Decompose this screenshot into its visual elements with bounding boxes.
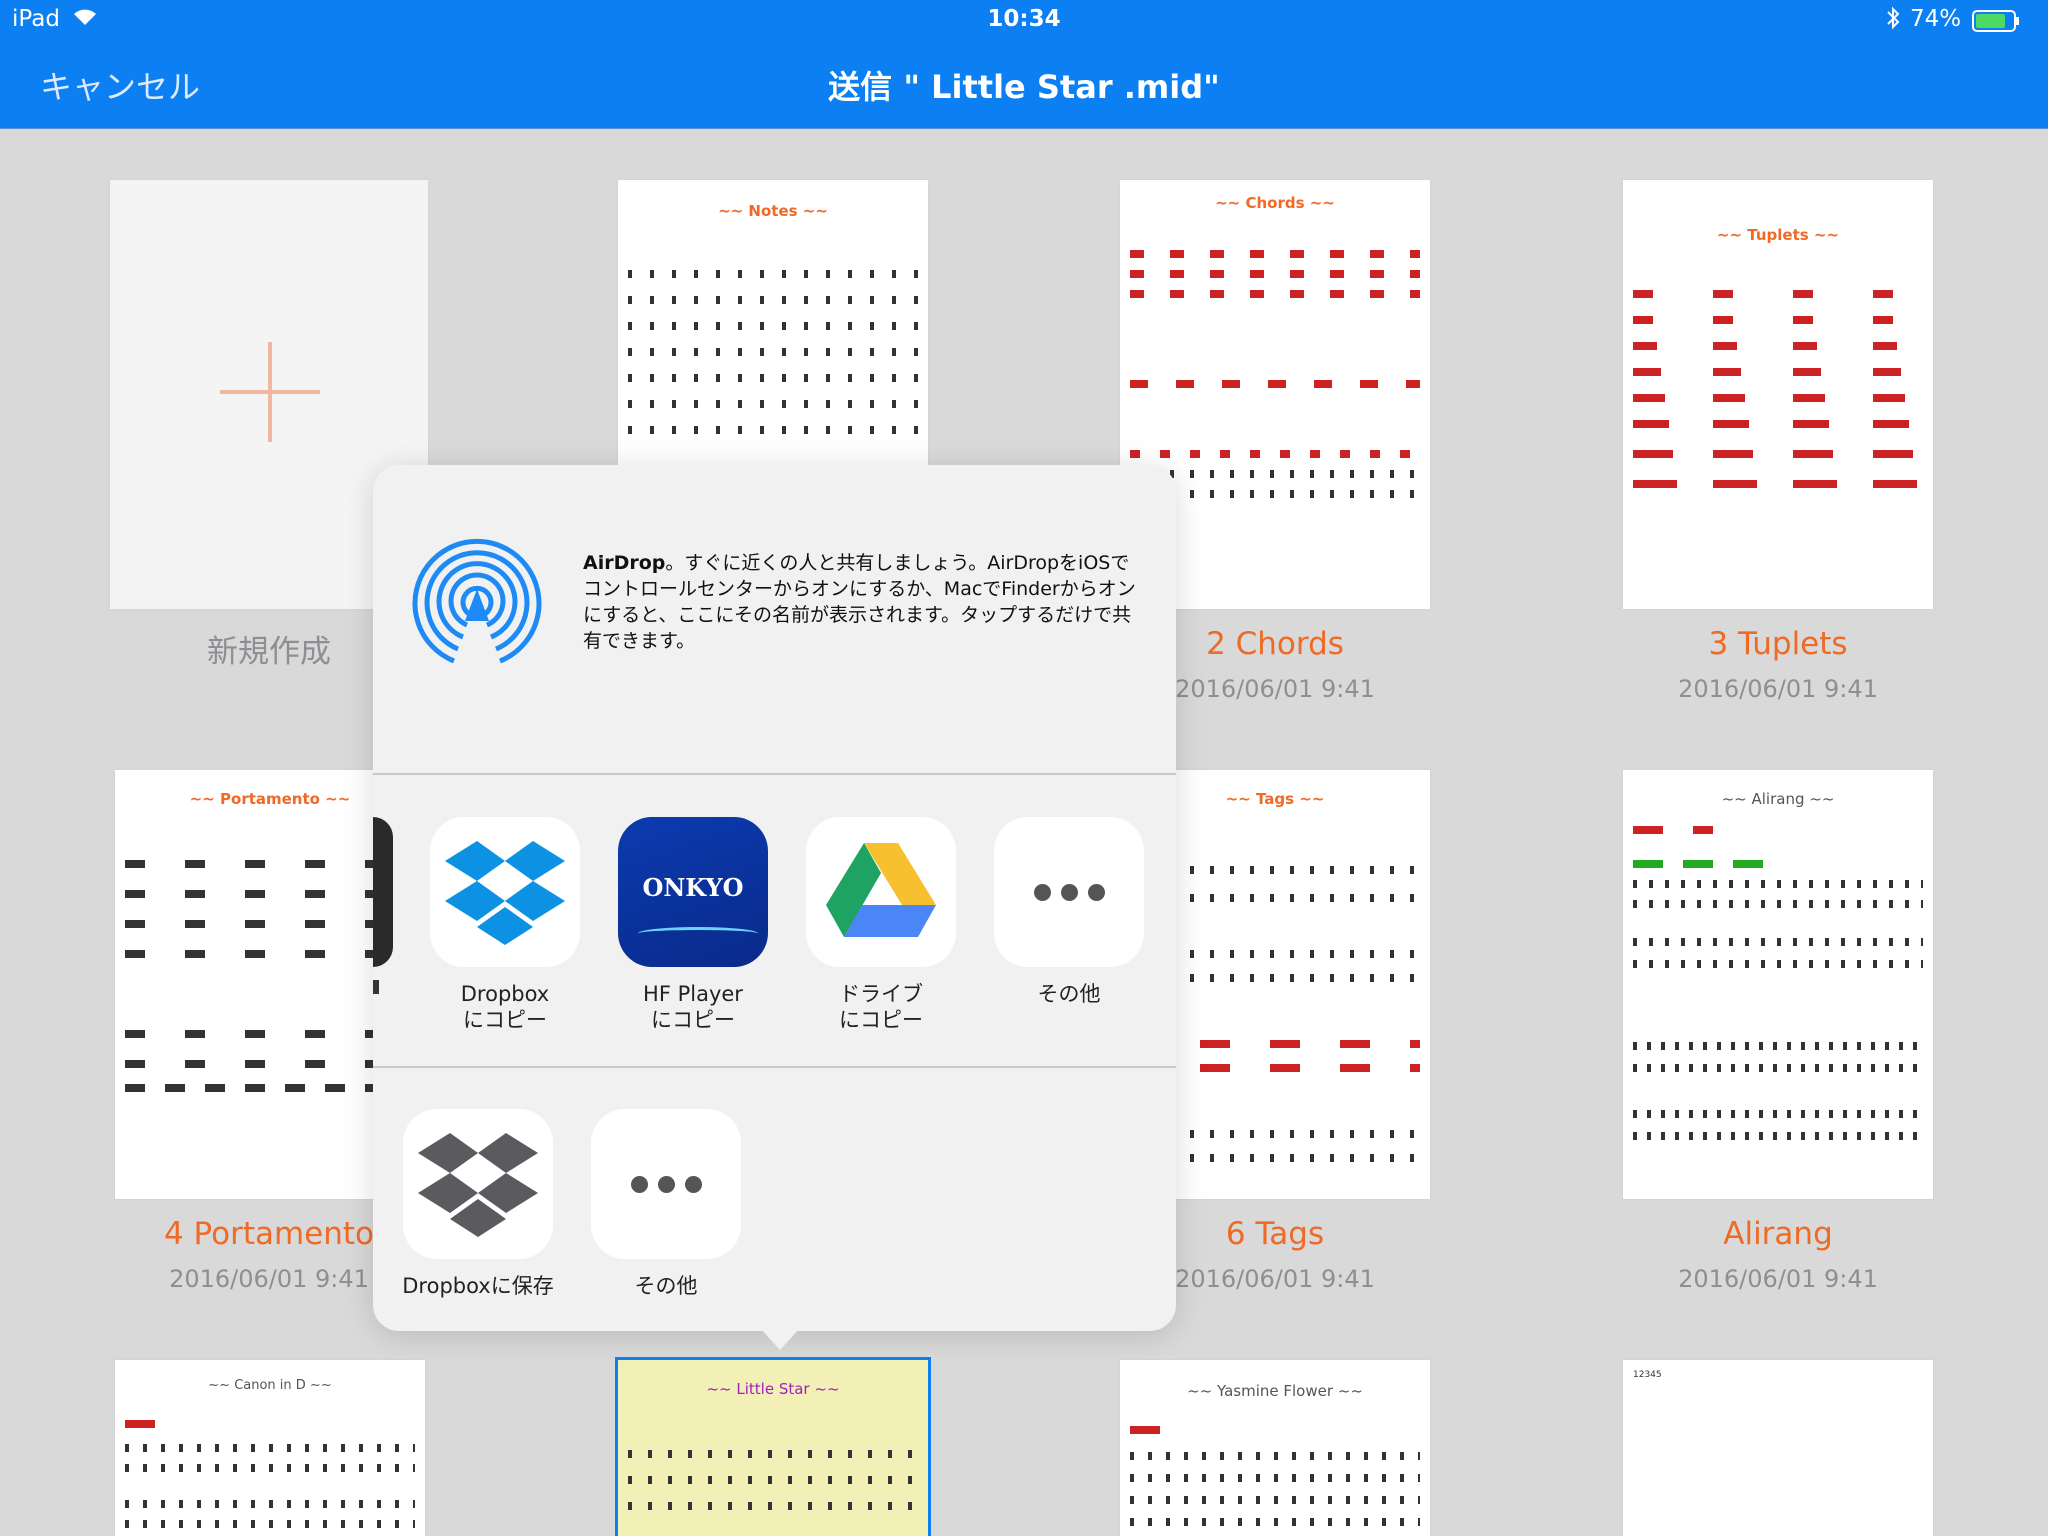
document-thumbnail-selected[interactable]: ~~ Little Star ~~ xyxy=(615,1357,931,1536)
airdrop-text: 。すぐに近くの人と共有しましょう。AirDropをiOSでコントロールセンターか… xyxy=(583,552,1136,652)
airdrop-title: AirDrop xyxy=(583,552,666,574)
document-thumbnail[interactable]: 12345 xyxy=(1623,1360,1933,1536)
action-label: Dropboxに保存 xyxy=(402,1274,554,1298)
share-app-more[interactable] xyxy=(994,817,1144,967)
share-app-partial-label xyxy=(373,980,379,994)
document-thumbnail[interactable]: ~~ Tuplets ~~ xyxy=(1623,180,1933,609)
google-drive-icon xyxy=(826,843,936,947)
action-dropbox-save[interactable] xyxy=(403,1109,553,1259)
document-date: 2016/06/01 9:41 xyxy=(1678,675,1878,703)
document-date: 2016/06/01 9:41 xyxy=(1678,1265,1878,1293)
clock: 10:34 xyxy=(987,6,1061,32)
thumbnail-title: ~~ Notes ~~ xyxy=(718,202,828,220)
battery-icon xyxy=(1972,10,2022,38)
onkyo-icon: ONKYO xyxy=(642,873,744,902)
thumbnail-title: ~~ Canon in D ~~ xyxy=(208,1378,332,1393)
share-sheet-divider xyxy=(373,1066,1176,1068)
thumbnail-title: ~~ Little Star ~~ xyxy=(706,1380,840,1398)
document-thumbnail[interactable]: ~~ Yasmine Flower ~~ xyxy=(1120,1360,1430,1536)
share-app-google-drive[interactable] xyxy=(806,817,956,967)
more-icon xyxy=(994,817,1144,967)
popover-arrow xyxy=(760,1328,800,1350)
share-app-label: HF Player にコピー xyxy=(643,982,743,1032)
thumbnail-title: 12345 xyxy=(1633,1370,1662,1380)
battery-percent: 74% xyxy=(1910,6,1962,32)
share-sheet-divider xyxy=(373,773,1176,775)
share-app-label: ドライブ にコピー xyxy=(839,982,923,1032)
thumbnail-title: ~~ Chords ~~ xyxy=(1215,194,1335,212)
share-sheet: AirDrop。すぐに近くの人と共有しましょう。AirDropをiOSでコントロ… xyxy=(373,465,1176,1331)
plus-icon xyxy=(220,342,320,446)
document-label: 3 Tuplets xyxy=(1708,626,1848,662)
page-title: 送信 " Little Star .mid" xyxy=(828,68,1220,106)
dropbox-gray-icon xyxy=(418,1129,538,1243)
navigation-bar: キャンセル 送信 " Little Star .mid" xyxy=(0,40,2048,128)
more-icon xyxy=(591,1109,741,1259)
thumbnail-title: ~~ Tuplets ~~ xyxy=(1716,226,1840,244)
airdrop-icon[interactable] xyxy=(407,533,547,677)
share-app-partial[interactable] xyxy=(373,817,393,967)
dropbox-icon xyxy=(445,837,565,951)
share-app-hf-player[interactable]: ONKYO xyxy=(618,817,768,967)
bluetooth-icon xyxy=(1886,6,1900,36)
share-app-label: Dropbox にコピー xyxy=(460,982,550,1032)
action-label: その他 xyxy=(634,1274,698,1298)
thumbnail-title: ~~ Yasmine Flower ~~ xyxy=(1187,1382,1363,1400)
share-app-dropbox[interactable] xyxy=(430,817,580,967)
document-thumbnail[interactable]: ~~ Canon in D ~~ xyxy=(115,1360,425,1536)
document-thumbnail[interactable]: ~~ Alirang ~~ xyxy=(1623,770,1933,1199)
document-label: Alirang xyxy=(1723,1216,1833,1252)
status-bar: iPad 10:34 74% xyxy=(0,0,2048,40)
thumbnail-title: ~~ Alirang ~~ xyxy=(1721,790,1835,808)
airdrop-description: AirDrop。すぐに近くの人と共有しましょう。AirDropをiOSでコントロ… xyxy=(583,550,1143,654)
action-more[interactable] xyxy=(591,1109,741,1259)
share-app-label: その他 xyxy=(1037,982,1101,1006)
